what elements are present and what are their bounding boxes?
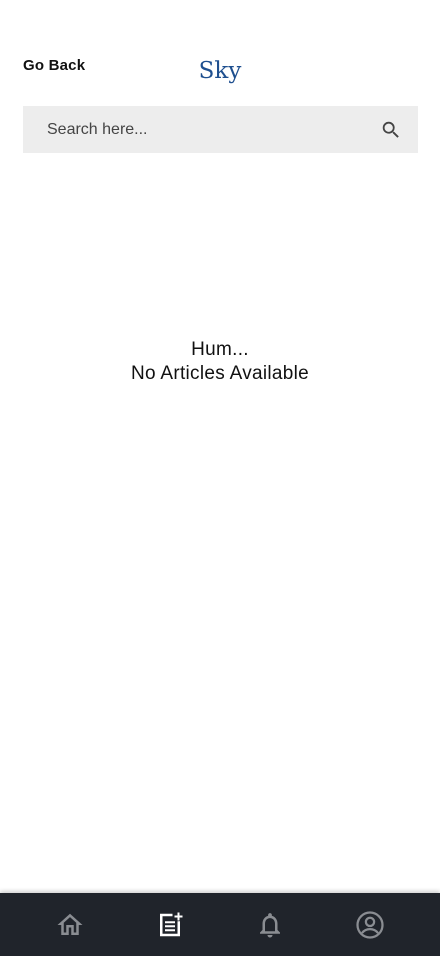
nav-item-articles[interactable] bbox=[115, 893, 225, 956]
search-icon[interactable] bbox=[380, 119, 402, 141]
app-title: Sky bbox=[198, 58, 242, 84]
search-input[interactable] bbox=[23, 106, 363, 153]
nav-item-profile[interactable] bbox=[315, 893, 425, 956]
home-icon bbox=[57, 913, 83, 935]
nav-item-home[interactable] bbox=[15, 893, 125, 956]
profile-icon bbox=[356, 910, 384, 939]
header: Go Back Sky bbox=[0, 0, 440, 100]
empty-state-message: No Articles Available bbox=[130, 363, 310, 384]
nav-item-notifications[interactable] bbox=[215, 893, 325, 956]
search-bar bbox=[23, 106, 418, 153]
empty-state-heading: Hum... bbox=[191, 339, 249, 360]
bell-icon bbox=[260, 912, 280, 937]
bottom-nav bbox=[0, 893, 440, 956]
empty-state: Hum... No Articles Available bbox=[0, 338, 440, 386]
articles-icon bbox=[160, 912, 183, 936]
